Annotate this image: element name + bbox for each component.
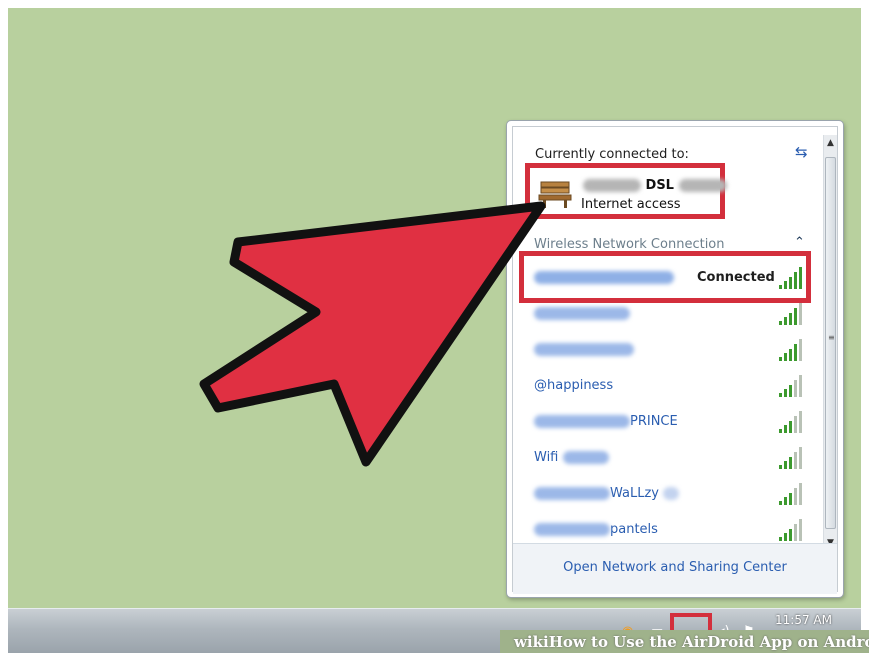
wifi-network-name: Wifi	[534, 450, 609, 465]
signal-bars-icon	[779, 303, 802, 325]
wifi-network-row[interactable]	[524, 335, 806, 365]
grip-icon: ≡	[828, 333, 835, 342]
taskbar-clock[interactable]: 11:57 AM	[775, 613, 832, 627]
flyout-footer: Open Network and Sharing Center	[513, 543, 837, 594]
wifi-network-name	[534, 270, 674, 285]
scrollbar[interactable]: ▲ ≡ ▼	[823, 135, 837, 555]
current-network-name: DSL	[583, 178, 727, 193]
wifi-network-row[interactable]: @happiness	[524, 371, 806, 401]
signal-bars-icon	[779, 339, 802, 361]
signal-bars-icon	[779, 375, 802, 397]
wifi-network-row[interactable]	[524, 299, 806, 329]
watermark-text: wikiHow to Use the AirDroid App on Andro…	[514, 633, 869, 651]
current-network-status: Internet access	[581, 197, 681, 212]
open-network-sharing-center-link[interactable]: Open Network and Sharing Center	[513, 560, 837, 575]
signal-bars-icon	[779, 267, 802, 289]
scroll-up-arrow-icon[interactable]: ▲	[824, 135, 837, 151]
wifi-network-name	[534, 342, 634, 357]
wifi-network-name: @happiness	[534, 378, 614, 393]
wifi-network-name: PRINCE	[534, 414, 678, 429]
currently-connected-label: Currently connected to:	[535, 147, 689, 162]
refresh-icon[interactable]: ⇆	[795, 143, 808, 161]
network-flyout: Currently connected to: ⇆ DSL Internet a…	[506, 120, 844, 598]
chevron-up-icon[interactable]: ⌃	[794, 235, 805, 250]
scroll-thumb[interactable]: ≡	[825, 157, 836, 529]
wifi-network-row[interactable]: PRINCE	[524, 407, 806, 437]
wireless-section-label: Wireless Network Connection	[534, 237, 725, 252]
signal-bars-icon	[779, 447, 802, 469]
connected-status: Connected	[697, 270, 775, 285]
network-flyout-inner: Currently connected to: ⇆ DSL Internet a…	[512, 126, 838, 594]
wifi-network-row[interactable]: pantels	[524, 515, 806, 545]
signal-bars-icon	[779, 483, 802, 505]
wifi-network-name: WaLLzy	[534, 486, 680, 501]
wifi-network-name	[534, 306, 630, 321]
wifi-network-name: pantels	[534, 522, 658, 537]
wifi-network-row[interactable]: Connected	[524, 263, 806, 293]
signal-bars-icon	[779, 519, 802, 541]
wifi-network-row[interactable]: WaLLzy	[524, 479, 806, 509]
watermark-banner: wikiHow to Use the AirDroid App on Andro…	[500, 630, 869, 653]
signal-bars-icon	[779, 411, 802, 433]
bench-icon	[538, 181, 572, 208]
wifi-network-row[interactable]: Wifi	[524, 443, 806, 473]
